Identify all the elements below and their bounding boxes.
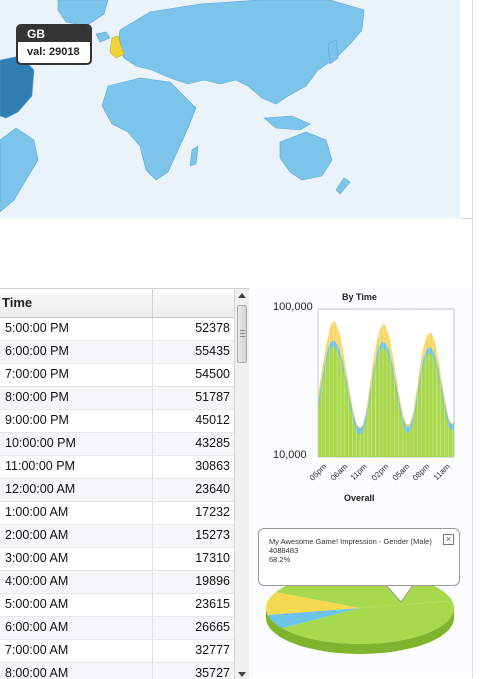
cell-time: 9:00:00 PM <box>5 413 69 427</box>
cell-value: 43285 <box>195 436 230 450</box>
cell-time: 3:00:00 AM <box>5 551 69 565</box>
cell-value: 52378 <box>195 321 230 335</box>
table-row[interactable]: 7:00:00 AM 32777 <box>0 640 234 663</box>
cell-value: 30863 <box>195 459 230 473</box>
column-divider <box>152 502 153 524</box>
cell-value: 54500 <box>195 367 230 381</box>
cell-value: 26665 <box>195 620 230 634</box>
table-row[interactable]: 3:00:00 AM 17310 <box>0 548 234 571</box>
table-row[interactable]: 2:00:00 AM 15273 <box>0 525 234 548</box>
table-row[interactable]: 8:00:00 PM 51787 <box>0 387 234 410</box>
cell-time: 8:00:00 AM <box>5 666 69 679</box>
column-divider <box>152 318 153 340</box>
cell-value: 35727 <box>195 666 230 679</box>
column-divider <box>152 640 153 662</box>
column-header-time[interactable]: Time <box>2 295 32 310</box>
cell-value: 17310 <box>195 551 230 565</box>
cell-value: 32777 <box>195 643 230 657</box>
table-row[interactable]: 8:00:00 AM 35727 <box>0 663 234 679</box>
cell-time: 1:00:00 AM <box>5 505 69 519</box>
column-divider <box>152 663 153 679</box>
cell-time: 6:00:00 PM <box>5 344 69 358</box>
cell-value: 23640 <box>195 482 230 496</box>
by-time-area-chart[interactable] <box>249 288 472 478</box>
table-row[interactable]: 4:00:00 AM 19896 <box>0 571 234 594</box>
column-divider <box>152 289 153 317</box>
table-row[interactable]: 1:00:00 AM 17232 <box>0 502 234 525</box>
cell-value: 19896 <box>195 574 230 588</box>
area-series[interactable] <box>318 346 454 457</box>
cell-time: 6:00:00 AM <box>5 620 69 634</box>
column-divider <box>152 594 153 616</box>
table-body: 5:00:00 PM 52378 6:00:00 PM 55435 7:00:00 PM… <box>0 318 234 679</box>
table-row[interactable]: 7:00:00 PM 54500 <box>0 364 234 387</box>
table-scrollbar[interactable] <box>234 289 249 679</box>
column-divider <box>152 479 153 501</box>
cell-value: 23615 <box>195 597 230 611</box>
cell-time: 12:00:00 AM <box>5 482 76 496</box>
column-divider <box>152 410 153 432</box>
cell-time: 4:00:00 AM <box>5 574 69 588</box>
data-table: Time 5:00:00 PM 52378 6:00:00 PM 55435 7:00:… <box>0 288 249 679</box>
panel-divider <box>472 0 473 678</box>
cell-time: 10:00:00 PM <box>5 436 76 450</box>
column-divider <box>152 364 153 386</box>
table-row[interactable]: 6:00:00 PM 55435 <box>0 341 234 364</box>
world-map[interactable]: GB val: 29018 <box>0 0 460 218</box>
cell-time: 7:00:00 AM <box>5 643 69 657</box>
cell-time: 7:00:00 PM <box>5 367 69 381</box>
grip-line <box>240 336 245 337</box>
map-tooltip-region: GB <box>18 26 90 42</box>
cell-value: 17232 <box>195 505 230 519</box>
table-row[interactable]: 11:00:00 PM 30863 <box>0 456 234 479</box>
grip-line <box>240 333 245 334</box>
table-row[interactable]: 9:00:00 PM 45012 <box>0 410 234 433</box>
table-header: Time <box>0 289 234 318</box>
pie-tooltip-count: 4088483 <box>269 546 299 555</box>
table-row[interactable]: 5:00:00 PM 52378 <box>0 318 234 341</box>
close-icon[interactable]: × <box>443 534 454 545</box>
chart-panel: By Time 100,000 10,000 05pm 06am 11pm 02pm 0… <box>249 288 472 678</box>
pie-tooltip: My Awesome Game! Impression - Gender (Ma… <box>258 528 460 586</box>
cell-time: 11:00:00 PM <box>5 459 75 473</box>
scroll-up-arrow-icon[interactable] <box>238 293 246 298</box>
pie-tooltip-percent: 68.2% <box>269 555 291 564</box>
cell-time: 5:00:00 AM <box>5 597 69 611</box>
grip-line <box>240 330 245 331</box>
x-axis-label: Overall <box>344 493 375 503</box>
cell-time: 5:00:00 PM <box>5 321 69 335</box>
column-divider <box>152 571 153 593</box>
panel-divider <box>460 218 472 219</box>
cell-time: 2:00:00 AM <box>5 528 69 542</box>
cell-value: 55435 <box>195 344 230 358</box>
map-tooltip: GB val: 29018 <box>16 24 92 65</box>
column-divider <box>152 456 153 478</box>
column-divider <box>152 341 153 363</box>
column-divider <box>152 387 153 409</box>
table-row[interactable]: 6:00:00 AM 26665 <box>0 617 234 640</box>
scroll-down-arrow-icon[interactable] <box>238 672 246 677</box>
pie-tooltip-title: My Awesome Game! Impression - Gender (Ma… <box>269 537 432 546</box>
column-divider <box>152 525 153 547</box>
cell-value: 51787 <box>195 390 230 404</box>
column-divider <box>152 433 153 455</box>
cell-time: 8:00:00 PM <box>5 390 69 404</box>
column-divider <box>152 617 153 639</box>
table-row[interactable]: 5:00:00 AM 23615 <box>0 594 234 617</box>
column-divider <box>152 548 153 570</box>
cell-value: 15273 <box>195 528 230 542</box>
table-row[interactable]: 10:00:00 PM 43285 <box>0 433 234 456</box>
table-row[interactable]: 12:00:00 AM 23640 <box>0 479 234 502</box>
cell-value: 45012 <box>195 413 230 427</box>
map-tooltip-value: val: 29018 <box>27 46 80 58</box>
scroll-thumb[interactable] <box>237 305 247 363</box>
